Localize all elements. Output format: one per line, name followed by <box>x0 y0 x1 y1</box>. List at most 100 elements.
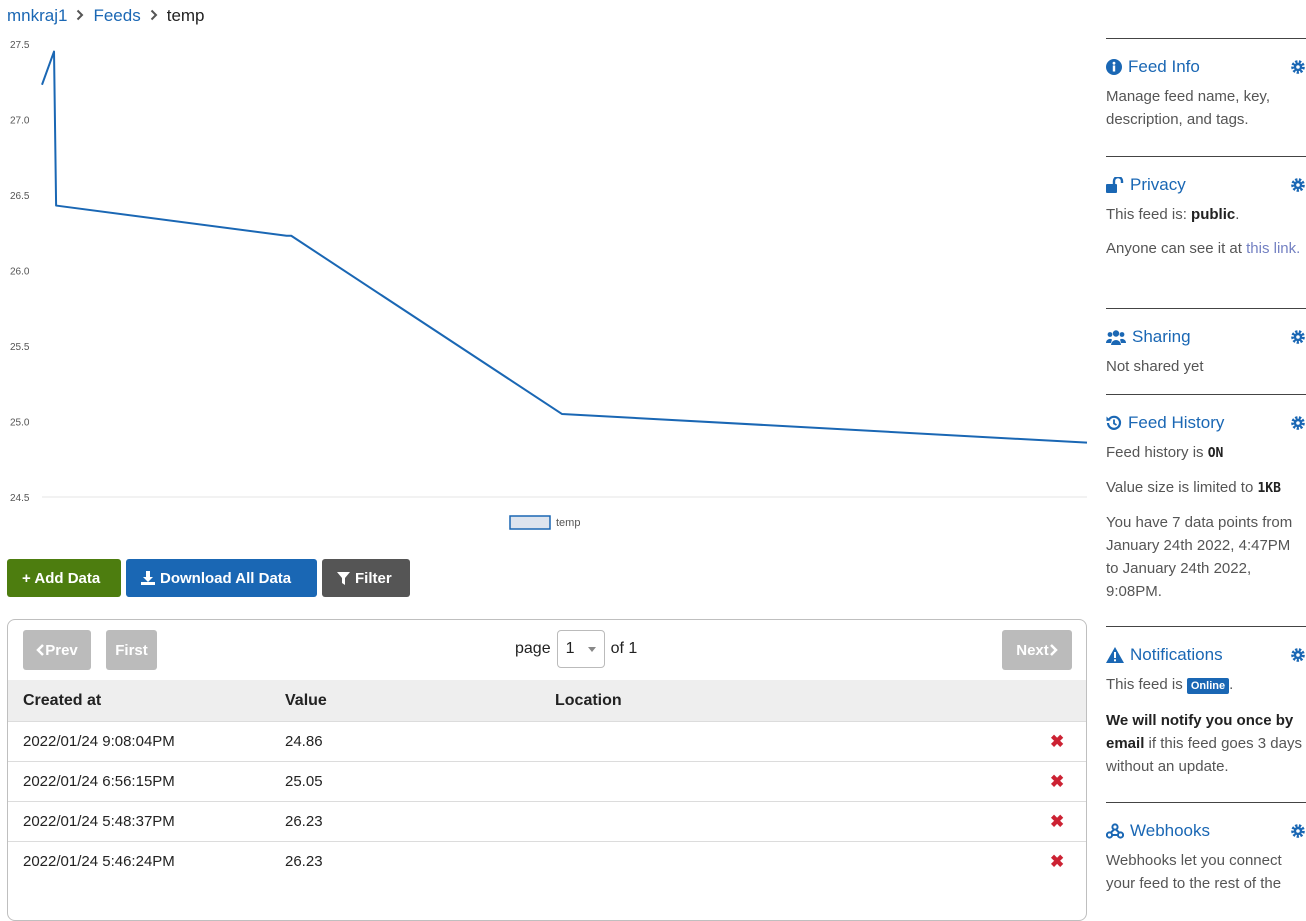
public-link[interactable]: this link <box>1246 240 1296 257</box>
gear-icon[interactable] <box>1290 59 1306 75</box>
notifications-section: Notifications This feed is Online. We wi… <box>1106 626 1306 789</box>
notifications-desc: We will notify you once by email if this… <box>1106 709 1306 778</box>
download-all-data-button[interactable]: Download All Data <box>126 559 317 597</box>
page-label: page <box>515 640 551 657</box>
feed-history-section: Feed History Feed history is ON Value si… <box>1106 394 1306 614</box>
prev-page-label: Prev <box>45 641 78 659</box>
feed-info-desc: Manage feed name, key, description, and … <box>1106 88 1270 128</box>
prev-page-button[interactable]: Prev <box>23 630 91 670</box>
notifications-title[interactable]: Notifications <box>1130 645 1290 665</box>
filter-label: Filter <box>355 569 392 587</box>
delete-icon[interactable]: ✖ <box>1050 721 1086 762</box>
caret-down-icon <box>587 646 596 652</box>
page-select-value: 1 <box>565 640 575 657</box>
download-icon <box>141 571 155 585</box>
feed-info-header: Feed Info <box>1106 57 1306 77</box>
online-badge: Online <box>1186 678 1230 694</box>
delete-icon[interactable]: ✖ <box>1050 761 1086 802</box>
chevron-right-icon <box>76 9 84 24</box>
first-page-button[interactable]: First <box>106 630 157 670</box>
webhooks-title[interactable]: Webhooks <box>1130 821 1290 841</box>
y-tick-label: 25.0 <box>10 418 30 429</box>
action-buttons: + Add Data Download All Data Filter <box>7 559 410 597</box>
y-tick-label: 27.5 <box>10 40 30 51</box>
privacy-header: Privacy <box>1106 175 1306 195</box>
history-limit-label: Value size is limited to <box>1106 479 1254 496</box>
cell-value: 26.23 <box>285 841 555 881</box>
filter-icon <box>337 571 350 585</box>
cell-location <box>555 801 1050 842</box>
cell-value: 24.86 <box>285 721 555 762</box>
cell-location <box>555 841 1050 881</box>
delete-icon[interactable]: ✖ <box>1050 801 1086 842</box>
table-row: 2022/01/24 5:46:24PM 26.23 ✖ <box>8 841 1086 881</box>
cell-location <box>555 761 1050 802</box>
y-tick-label: 26.5 <box>10 191 30 202</box>
y-tick-label: 24.5 <box>10 493 30 504</box>
unlock-icon <box>1106 177 1124 193</box>
add-data-button[interactable]: + Add Data <box>7 559 121 597</box>
notifications-body: This feed is Online. We will notify you … <box>1106 673 1306 778</box>
history-limit: Value size is limited to 1KB <box>1106 476 1306 500</box>
filter-button[interactable]: Filter <box>322 559 410 597</box>
col-location[interactable]: Location <box>555 680 1050 722</box>
page-total-label: of 1 <box>610 640 638 657</box>
users-icon <box>1106 330 1126 345</box>
feed-history-body: Feed history is ON Value size is limited… <box>1106 441 1306 603</box>
breadcrumb-user-link[interactable]: mnkraj1 <box>7 6 67 26</box>
privacy-status: This feed is: public. <box>1106 206 1240 223</box>
breadcrumb-feeds-link[interactable]: Feeds <box>93 6 140 26</box>
col-created-at[interactable]: Created at <box>8 680 285 722</box>
cell-location <box>555 721 1050 762</box>
notifications-status: This feed is Online. <box>1106 673 1306 698</box>
sharing-header: Sharing <box>1106 327 1306 347</box>
col-value[interactable]: Value <box>285 680 555 722</box>
legend-swatch-temp <box>509 515 551 530</box>
notifications-status-label: This feed is <box>1106 676 1183 693</box>
privacy-title[interactable]: Privacy <box>1130 175 1290 195</box>
page-select[interactable]: 1 <box>556 630 605 668</box>
sharing-body: Not shared yet <box>1106 355 1306 378</box>
feed-chart: 27.5 27.0 26.5 26.0 25.5 25.0 24.5 temp <box>0 34 1095 539</box>
next-page-button[interactable]: Next <box>1002 630 1072 670</box>
chevron-right-icon <box>150 9 158 24</box>
privacy-anyone-text: Anyone can see it at <box>1106 240 1242 257</box>
breadcrumb-current: temp <box>166 6 205 25</box>
gear-icon[interactable] <box>1290 415 1306 431</box>
feed-info-title[interactable]: Feed Info <box>1128 57 1290 77</box>
sharing-section: Sharing Not shared yet <box>1106 308 1306 389</box>
privacy-body: This feed is: public. Anyone can see it … <box>1106 203 1306 260</box>
y-tick-label: 26.0 <box>10 267 30 278</box>
feed-info-body: Manage feed name, key, description, and … <box>1106 85 1306 131</box>
webhooks-desc: Webhooks let you connect your feed to th… <box>1106 852 1282 892</box>
history-limit-value: 1KB <box>1257 481 1281 496</box>
next-page-label: Next <box>1016 641 1049 659</box>
gear-icon[interactable] <box>1290 177 1306 193</box>
cell-created-at: 2022/01/24 5:48:37PM <box>8 801 285 842</box>
history-status-value: ON <box>1207 446 1224 461</box>
sidebar: Feed Info Manage feed name, key, descrip… <box>1106 0 1306 892</box>
table-row: 2022/01/24 5:48:37PM 26.23 ✖ <box>8 801 1086 842</box>
download-all-data-label: Download All Data <box>160 569 292 587</box>
pagination: Prev First page 1 of 1 Next <box>8 620 1086 680</box>
gear-icon[interactable] <box>1290 823 1306 839</box>
gear-icon[interactable] <box>1290 329 1306 345</box>
col-actions <box>1050 680 1086 722</box>
webhook-icon <box>1106 823 1124 839</box>
main-content: mnkraj1 Feeds temp 27.5 27.0 26.5 26.0 25.5 2… <box>0 0 1095 921</box>
delete-icon[interactable]: ✖ <box>1050 841 1086 881</box>
sharing-title[interactable]: Sharing <box>1132 327 1290 347</box>
feed-info-section: Feed Info Manage feed name, key, descrip… <box>1106 38 1306 142</box>
gear-icon[interactable] <box>1290 647 1306 663</box>
privacy-section: Privacy This feed is: public. Anyone can… <box>1106 156 1306 271</box>
notify-bold-text: We will notify you once by <box>1106 712 1294 729</box>
feed-history-title[interactable]: Feed History <box>1128 413 1290 433</box>
privacy-status-value: public <box>1191 206 1236 223</box>
cell-created-at: 2022/01/24 6:56:15PM <box>8 761 285 802</box>
history-icon <box>1106 415 1122 430</box>
table-header-row: Created at Value Location <box>8 680 1086 722</box>
notify-email-text: email <box>1106 735 1145 752</box>
feed-history-header: Feed History <box>1106 413 1306 433</box>
webhooks-header: Webhooks <box>1106 821 1306 841</box>
cell-created-at: 2022/01/24 5:46:24PM <box>8 841 285 881</box>
